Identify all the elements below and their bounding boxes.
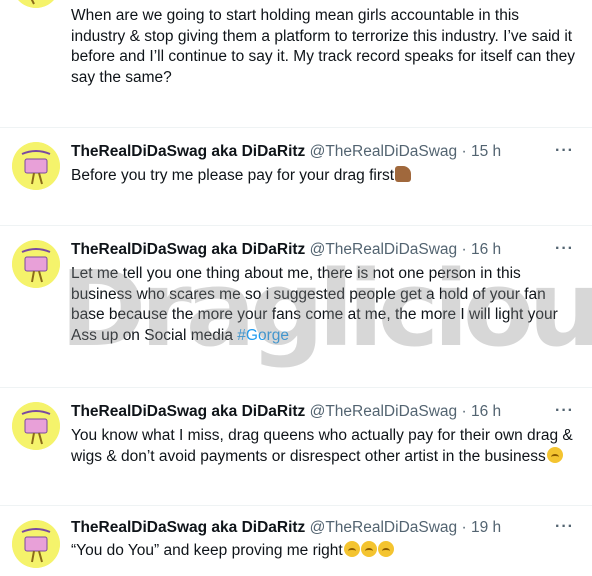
tweet-2[interactable]: TheRealDiDaSwag aka DiDaRitz @TheRealDiD… [0, 226, 592, 388]
more-options-icon[interactable]: ··· [555, 142, 574, 160]
display-name[interactable]: TheRealDiDaSwag aka DiDaRitz [71, 403, 305, 420]
tweet-header: TheRealDiDaSwag aka DiDaRitz @TheRealDiD… [71, 142, 501, 162]
upside-down-face-emoji-icon [377, 541, 394, 557]
upside-down-face-emoji-icon [546, 446, 563, 463]
tweet-text: Let me tell you one thing about me, ther… [71, 264, 576, 346]
avatar[interactable] [12, 520, 60, 568]
tweet-feed: When are we going to start holding mean … [0, 0, 592, 576]
more-options-icon[interactable]: ··· [555, 402, 574, 420]
tweet-body: Let me tell you one thing about me, ther… [71, 265, 558, 344]
user-handle[interactable]: @TheRealDiDaSwag [310, 403, 458, 420]
more-options-icon[interactable]: ··· [555, 518, 574, 536]
tweet-body: Before you try me please pay for your dr… [71, 167, 395, 184]
display-name[interactable]: TheRealDiDaSwag aka DiDaRitz [71, 519, 305, 536]
user-handle[interactable]: @TheRealDiDaSwag [310, 143, 458, 160]
upside-down-face-emoji-icon [343, 541, 360, 557]
more-options-icon[interactable]: ··· [555, 240, 574, 258]
tweet-1[interactable]: TheRealDiDaSwag aka DiDaRitz @TheRealDiD… [0, 128, 592, 226]
avatar[interactable] [12, 402, 60, 450]
separator-dot: · [461, 241, 467, 258]
timestamp[interactable]: 19 h [471, 519, 501, 536]
separator-dot: · [461, 403, 467, 420]
hashtag-link[interactable]: #Gorge [237, 327, 289, 344]
display-name[interactable]: TheRealDiDaSwag aka DiDaRitz [71, 241, 305, 258]
tweet-text: When are we going to start holding mean … [71, 7, 575, 86]
display-name[interactable]: TheRealDiDaSwag aka DiDaRitz [71, 143, 305, 160]
timestamp[interactable]: 15 h [471, 143, 501, 160]
separator-dot: · [461, 519, 467, 536]
tweet-body: “You do You” and keep proving me right [71, 542, 343, 559]
avatar[interactable] [12, 142, 60, 190]
tweet-text: You know what I miss, drag queens who ac… [71, 426, 576, 467]
tweet-text: Before you try me please pay for your dr… [71, 166, 576, 187]
tweet-0[interactable]: When are we going to start holding mean … [0, 0, 592, 128]
timestamp[interactable]: 16 h [471, 241, 501, 258]
tweet-header: TheRealDiDaSwag aka DiDaRitz @TheRealDiD… [71, 240, 501, 260]
tweet-body: You know what I miss, drag queens who ac… [71, 427, 573, 465]
tweet-header: TheRealDiDaSwag aka DiDaRitz @TheRealDiD… [71, 518, 501, 538]
tweet-4[interactable]: TheRealDiDaSwag aka DiDaRitz @TheRealDiD… [0, 506, 592, 576]
avatar[interactable] [12, 0, 60, 8]
upside-down-face-emoji-icon [360, 541, 377, 557]
user-handle[interactable]: @TheRealDiDaSwag [310, 241, 458, 258]
avatar[interactable] [12, 240, 60, 288]
user-handle[interactable]: @TheRealDiDaSwag [310, 519, 458, 536]
tweet-text: “You do You” and keep proving me right [71, 541, 576, 562]
tweet-header: TheRealDiDaSwag aka DiDaRitz @TheRealDiD… [71, 402, 501, 422]
thumbs-up-emoji-icon [395, 166, 412, 182]
tweet-3[interactable]: TheRealDiDaSwag aka DiDaRitz @TheRealDiD… [0, 388, 592, 506]
timestamp[interactable]: 16 h [471, 403, 501, 420]
separator-dot: · [461, 143, 467, 160]
